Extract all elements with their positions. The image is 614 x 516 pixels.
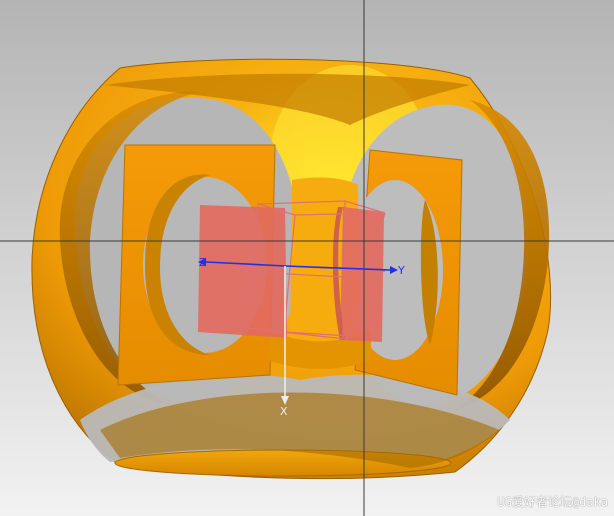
- model-scene[interactable]: Y Z X: [0, 0, 614, 516]
- y-axis-label: Y: [397, 264, 405, 277]
- graphics-viewport[interactable]: Y Z X UG爱好者论坛@daka: [0, 0, 614, 516]
- x-axis-label: X: [280, 405, 288, 418]
- watermark-text: UG爱好者论坛@daka: [497, 495, 608, 509]
- z-axis-label: Z: [199, 256, 207, 269]
